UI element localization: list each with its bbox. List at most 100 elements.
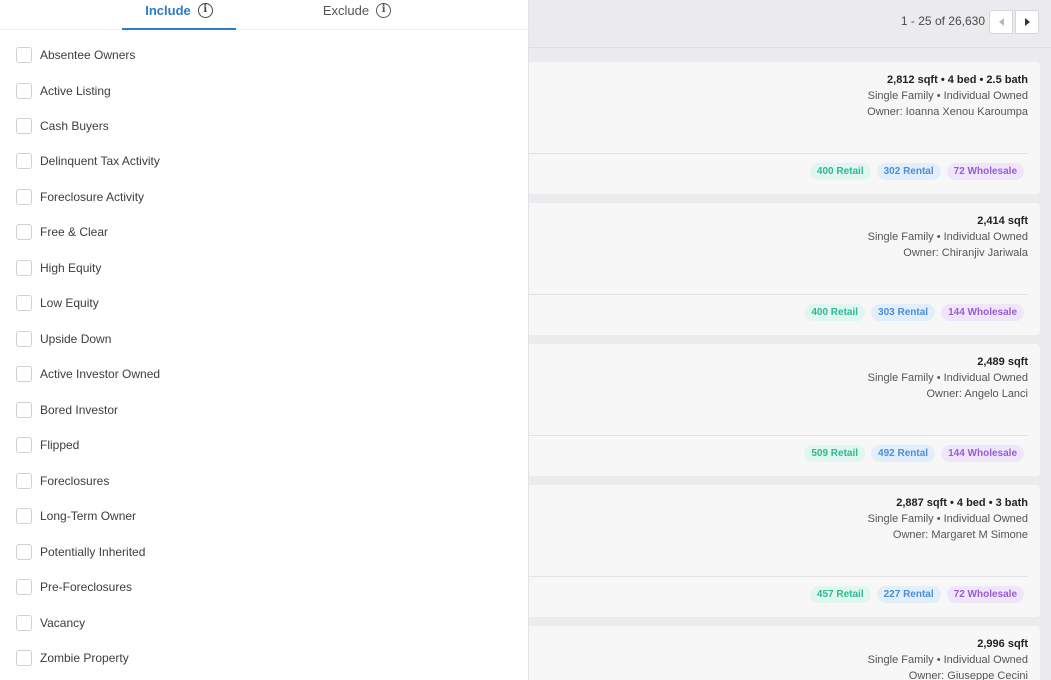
chevron-left-icon [998, 18, 1004, 26]
checkbox[interactable] [16, 402, 32, 418]
filter-option[interactable]: Upside Down [16, 328, 111, 350]
retail-badge: 509 Retail [804, 445, 866, 462]
retail-badge: 400 Retail [804, 304, 866, 321]
info-icon[interactable]: i [197, 3, 213, 18]
filter-option[interactable]: Active Investor Owned [16, 363, 160, 385]
rental-badge: 303 Rental [871, 304, 936, 321]
property-type: Single Family • Individual Owned [867, 513, 1028, 525]
filter-label: Long-Term Owner [40, 509, 137, 523]
filter-option[interactable]: Foreclosures [16, 470, 109, 492]
retail-badge: 457 Retail [809, 586, 871, 603]
filter-panel: Include i Exclude i Absentee Owners Acti… [0, 0, 529, 680]
filter-option[interactable]: Potentially Inherited [16, 541, 145, 563]
info-icon[interactable]: i [376, 3, 392, 18]
checkbox[interactable] [16, 295, 32, 311]
filter-label: Delinquent Tax Activity [40, 154, 160, 168]
property-size: 2,414 sqft [977, 215, 1028, 227]
checkbox[interactable] [16, 650, 32, 666]
checkbox[interactable] [16, 83, 32, 99]
checkbox[interactable] [16, 224, 32, 240]
valuation-badges: 400 Retail 302 Rental 72 Wholesale [809, 163, 1024, 180]
wholesale-badge: 144 Wholesale [941, 445, 1024, 462]
checkbox[interactable] [16, 366, 32, 382]
filter-option[interactable]: Vacancy [16, 612, 85, 634]
wholesale-badge: 144 Wholesale [941, 304, 1024, 321]
property-size: 2,812 sqft • 4 bed • 2.5 bath [887, 74, 1028, 86]
valuation-badges: 509 Retail 492 Rental 144 Wholesale [804, 445, 1024, 462]
property-card[interactable]: 2,812 sqft • 4 bed • 2.5 bath Single Fam… [520, 62, 1040, 194]
next-page-button[interactable] [1015, 10, 1039, 34]
property-card[interactable]: 2,887 sqft • 4 bed • 3 bath Single Famil… [520, 485, 1040, 617]
rental-badge: 302 Rental [876, 163, 941, 180]
filter-option[interactable]: Free & Clear [16, 221, 108, 243]
property-type: Single Family • Individual Owned [867, 372, 1028, 384]
checkbox[interactable] [16, 437, 32, 453]
filter-label: Potentially Inherited [40, 545, 146, 559]
tab-include-label: Include [145, 3, 191, 18]
tab-exclude-label: Exclude [322, 3, 370, 18]
valuation-badges: 400 Retail 303 Rental 144 Wholesale [804, 304, 1024, 321]
wholesale-badge: 72 Wholesale [946, 163, 1024, 180]
chevron-right-icon [1024, 18, 1030, 26]
filter-option[interactable]: Pre-Foreclosures [16, 576, 132, 598]
filter-option[interactable]: Delinquent Tax Activity [16, 150, 160, 172]
property-owner: Owner: Angelo Lanci [926, 388, 1028, 400]
filter-label: Pre-Foreclosures [40, 580, 133, 594]
filter-option[interactable]: Long-Term Owner [16, 505, 136, 527]
wholesale-badge: 72 Wholesale [946, 586, 1024, 603]
filter-label: Flipped [40, 438, 80, 452]
checkbox[interactable] [16, 260, 32, 276]
property-size: 2,996 sqft [977, 638, 1028, 650]
retail-badge: 400 Retail [809, 163, 871, 180]
filter-label: Foreclosure Activity [40, 190, 145, 204]
card-divider [520, 294, 1028, 295]
previous-page-button[interactable] [989, 10, 1013, 34]
filter-option[interactable]: Absentee Owners [16, 44, 135, 66]
pagination-summary: 1 - 25 of 26,630 [900, 14, 985, 28]
filter-label: Bored Investor [40, 403, 119, 417]
checkbox[interactable] [16, 331, 32, 347]
filter-label: Cash Buyers [40, 119, 109, 133]
checkbox[interactable] [16, 615, 32, 631]
filter-label: Upside Down [40, 332, 112, 346]
property-owner: Owner: Margaret M Simone [892, 529, 1028, 541]
filter-option[interactable]: Cash Buyers [16, 115, 109, 137]
checkbox[interactable] [16, 47, 32, 63]
property-owner: Owner: Ioanna Xenou Karoumpa [867, 106, 1028, 118]
valuation-badges: 457 Retail 227 Rental 72 Wholesale [809, 586, 1024, 603]
checkbox[interactable] [16, 544, 32, 560]
filter-label: Zombie Property [40, 651, 129, 665]
filter-option[interactable]: Flipped [16, 434, 79, 456]
filter-label: Absentee Owners [40, 48, 136, 62]
property-card[interactable]: 2,414 sqft Single Family • Individual Ow… [520, 203, 1040, 335]
filter-label: Active Investor Owned [40, 367, 161, 381]
filter-option[interactable]: Active Listing [16, 80, 111, 102]
checkbox[interactable] [16, 153, 32, 169]
filter-label: Free & Clear [40, 225, 109, 239]
filter-option[interactable]: Bored Investor [16, 399, 118, 421]
property-owner: Owner: Chiranjiv Jariwala [903, 247, 1028, 259]
property-type: Single Family • Individual Owned [867, 654, 1028, 666]
filter-tabs: Include i Exclude i [0, 0, 529, 30]
property-card[interactable]: 2,996 sqft Single Family • Individual Ow… [520, 626, 1040, 680]
filter-option[interactable]: Zombie Property [16, 647, 129, 669]
property-size: 2,489 sqft [977, 356, 1028, 368]
filter-label: Active Listing [40, 84, 111, 98]
filter-option[interactable]: High Equity [16, 257, 101, 279]
filter-label: High Equity [40, 261, 102, 275]
checkbox[interactable] [16, 579, 32, 595]
rental-badge: 492 Rental [871, 445, 936, 462]
filter-option[interactable]: Foreclosure Activity [16, 186, 144, 208]
filter-label: Vacancy [40, 616, 86, 630]
rental-badge: 227 Rental [876, 586, 941, 603]
checkbox[interactable] [16, 508, 32, 524]
tab-exclude[interactable]: Exclude i [300, 0, 414, 30]
property-card[interactable]: 2,489 sqft Single Family • Individual Ow… [520, 344, 1040, 476]
checkbox[interactable] [16, 473, 32, 489]
filter-label: Low Equity [40, 296, 99, 310]
checkbox[interactable] [16, 189, 32, 205]
filter-option[interactable]: Low Equity [16, 292, 99, 314]
tab-include[interactable]: Include i [122, 0, 236, 30]
card-divider [520, 435, 1028, 436]
checkbox[interactable] [16, 118, 32, 134]
